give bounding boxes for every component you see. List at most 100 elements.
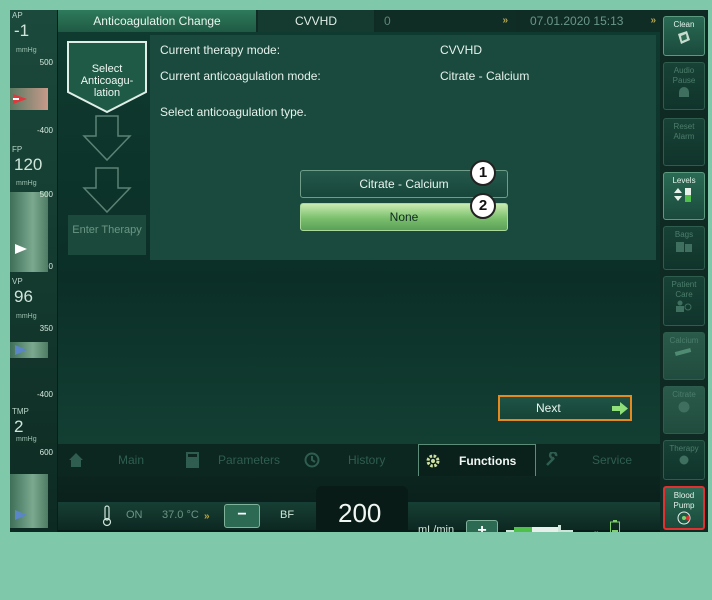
ap-label: AP [12,11,23,20]
tab-service[interactable]: Service [538,446,656,474]
tmp-value: 2 [14,417,24,436]
datetime-indicator[interactable]: 07.01.2020 15:13 » [520,10,660,32]
vp-scale-top: 350 [39,324,53,333]
calcium-button[interactable]: Calcium [663,332,705,380]
navigation-tabs: Main Parameters History Functions Servic… [58,444,660,479]
blood-flow-value: 200 [338,498,382,528]
counter-value: 0 [384,14,391,28]
audio-pause-label: Audio Pause [672,66,696,85]
flow-value-box: 200 [316,486,408,532]
tab-functions-label: Functions [459,454,517,468]
citrate-button[interactable]: Citrate [663,386,705,434]
bags-label: Bags [674,230,694,239]
decrease-flow-button[interactable]: − [224,504,260,528]
top-status-bar: Anticoagulation Change CVVHD 0 » 07.01.2… [58,10,660,32]
wizard-step-enter-therapy: Enter Therapy [72,224,142,236]
patient-care-label: Patient Care [671,280,697,299]
vp-unit: mmHg [16,313,37,320]
citrate-icon [678,401,690,413]
reset-alarm-label: Reset Alarm [673,122,695,141]
levels-updown-icon [674,188,691,202]
tab-service-label: Service [592,453,633,467]
expand-chevron-icon: » [594,528,600,532]
ap-unit: mmHg [16,47,37,54]
thermometer-icon [102,505,112,527]
fp-scale-top: 500 [39,190,53,199]
arrow-right-icon [612,402,628,415]
anticoagulation-mode-value: Citrate - Calcium [440,69,530,83]
tab-functions[interactable]: Functions [418,444,536,479]
wrench-icon [546,452,558,466]
anticoagulation-mode-label: Current anticoagulation mode: [160,69,321,83]
fp-pointer-icon [15,244,27,254]
ap-scale-bottom: -400 [36,126,53,135]
therapy-mode-label: Current therapy mode: [160,43,281,57]
heater-state: ON [126,509,143,521]
reset-alarm-button[interactable]: Reset Alarm [663,118,705,166]
next-button[interactable]: Next [498,395,632,421]
clean-button[interactable]: Clean [663,16,705,56]
wizard-step-select-anticoagulation: Select Anticoagu- lation [80,63,134,99]
therapy-label: Therapy [669,444,699,453]
calcium-syringe-icon [674,347,692,357]
tab-parameters-label: Parameters [218,453,281,467]
home-icon [69,453,83,467]
levels-button[interactable]: Levels [663,172,705,220]
fp-value: 120 [14,155,43,174]
tmp-unit: mmHg [16,436,37,443]
counter-indicator[interactable]: 0 » [376,10,516,32]
audio-pause-button[interactable]: Audio Pause [663,62,705,110]
fp-label: FP [12,145,23,154]
callout-1-badge: 1 [470,160,496,186]
battery-icon [610,520,620,532]
tmp-pointer-icon [15,510,27,520]
therapy-mode-indicator: CVVHD [258,10,374,32]
clean-button-label: Clean [673,20,695,29]
blood-pump-label: Blood Pump [673,491,695,510]
temperature-value: 37.0 °C [162,509,199,521]
bell-icon [679,87,689,97]
expand-chevron-icon: » [502,15,508,26]
option-label: Citrate - Calcium [359,177,449,191]
blood-pump-button[interactable]: Blood Pump [663,486,705,530]
calcium-label: Calcium [669,336,699,345]
expand-chevron-icon: » [650,15,656,26]
screen-clean-icon [678,31,690,44]
blood-flow-bar: ON 37.0 °C » − BF 200 mL/min + » [58,476,660,532]
vp-scale-bottom: -400 [36,390,53,399]
pressure-gauge-column: AP -1 mmHg 500 -400 FP 120 mmHg 500 0 VP… [10,10,58,532]
main-panel: Select Anticoagu- lation Enter Therapy C… [58,32,660,444]
blood-pump-icon [677,511,691,525]
tab-history-label: History [348,453,386,467]
tab-main-label: Main [118,453,145,467]
screen-title: Anticoagulation Change [58,10,256,32]
increase-flow-button[interactable]: + [466,520,498,532]
option-label: None [389,210,419,224]
tmp-label: TMP [12,407,29,416]
flow-unit: mL/min [418,524,455,532]
bags-button[interactable]: Bags [663,226,705,270]
fp-bar [10,192,48,272]
next-button-label: Next [536,401,561,415]
therapy-button[interactable]: Therapy [663,440,705,480]
tab-history[interactable]: History [300,446,416,474]
citrate-label: Citrate [672,390,696,399]
bags-icon [676,242,692,252]
vp-label: VP [12,277,23,286]
tmp-scale-top: 600 [39,448,53,457]
patient-icon [676,300,692,312]
callout-2-badge: 2 [470,193,496,219]
vp-value: 96 [14,287,33,306]
function-button-column: Clean Audio Pause Reset Alarm Levels Bag… [660,10,708,532]
ap-scale-top: 500 [39,58,53,67]
patient-care-button[interactable]: Patient Care [663,276,705,326]
gear-icon [426,454,440,468]
ap-value: -1 [14,21,30,40]
tab-main[interactable]: Main [62,446,174,474]
tab-parameters[interactable]: Parameters [178,446,296,474]
anticoagulation-card: Current therapy mode: CVVHD Current anti… [150,35,656,260]
vp-gauge: VP 96 mmHg 350 -400 [10,276,57,406]
therapy-mode-value: CVVHD [440,43,483,57]
history-icon [304,452,320,468]
vp-pointer-icon [15,345,27,355]
